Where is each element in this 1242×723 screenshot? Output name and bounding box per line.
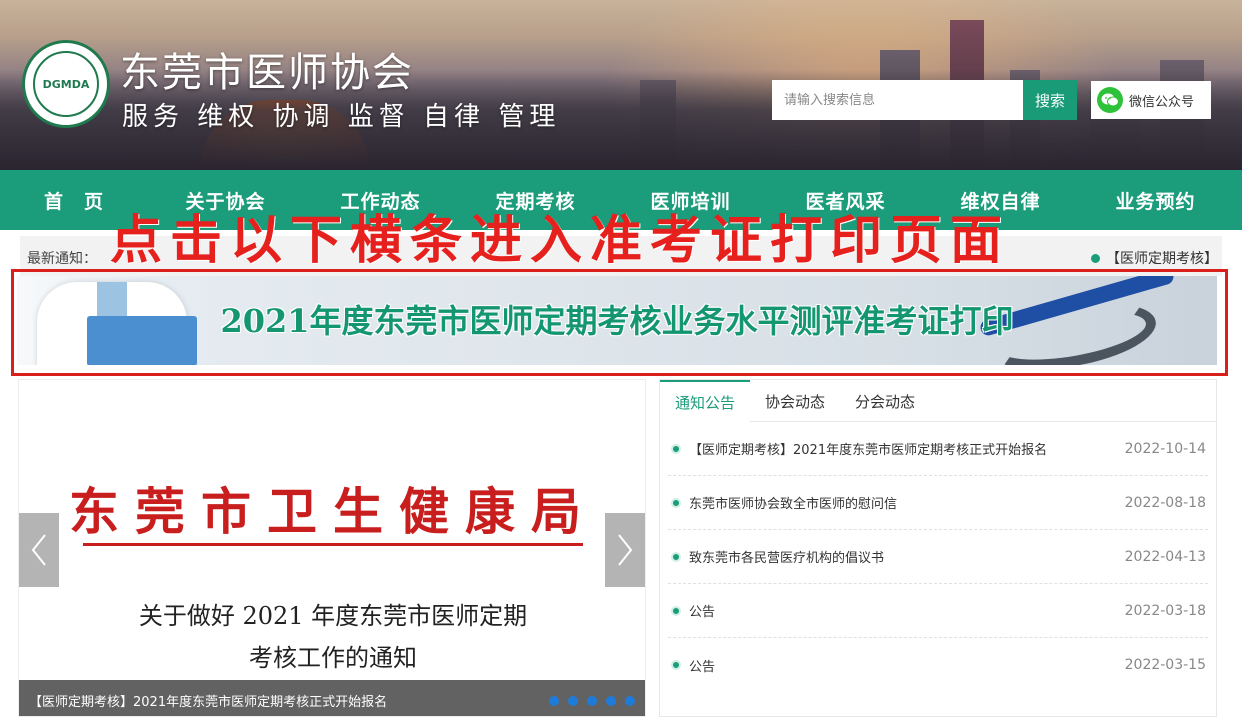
slider-prev-button[interactable] [19,513,59,587]
news-item-title: 公告 [689,605,716,620]
search-button[interactable]: 搜索 [1023,80,1077,120]
slider-next-button[interactable] [605,513,645,587]
slide-image[interactable]: 东莞市卫生健康局 关于做好 2021 年度东莞市医师定期 考核工作的通知 [19,380,645,680]
nav-item-appointment[interactable]: 业务预约 [1078,170,1233,230]
search-input[interactable] [772,80,1023,120]
news-item-title: 致东莞市各民营医疗机构的倡议书 [689,551,885,566]
news-item-date: 2022-10-14 [1124,440,1206,457]
slide-caption-bar: 【医师定期考核】2021年度东莞市医师定期考核正式开始报名 [19,680,645,716]
news-item[interactable]: 致东莞市各民营医疗机构的倡议书 2022-04-13 [668,530,1208,584]
admission-ticket-banner[interactable]: 2021年度东莞市医师定期考核业务水平测评准考证打印 [17,276,1217,365]
notice-ticker-item[interactable]: 【医师定期考核】 [1091,248,1218,268]
tab-announcements[interactable]: 通知公告 [660,380,751,422]
news-item[interactable]: 公告 2022-03-18 [668,584,1208,638]
news-item[interactable]: 公告 2022-03-15 [668,638,1208,692]
site-title: 东莞市医师协会 [120,50,414,96]
slider-pagination [549,696,635,706]
bullet-icon [671,605,681,616]
bullet-icon [671,551,681,562]
news-item-title: 公告 [689,659,716,675]
logo-text: DGMDA [42,77,90,91]
slide-document-title-line2: 考核工作的通知 [249,644,417,672]
instruction-overlay-text: 点击以下横条进入准考证打印页面 [110,210,1011,271]
wechat-label: 微信公众号 [1129,94,1195,110]
banner-title: 2021年度东莞市医师定期考核业务水平测评准考证打印 [220,302,1014,340]
tab-association-news[interactable]: 协会动态 [750,380,840,422]
slider-dot[interactable] [587,696,597,706]
association-logo[interactable]: DGMDA [22,40,110,128]
slide-document-red-rule [83,543,583,546]
search-box: 搜索 [772,80,1077,120]
logo-seal-ring: DGMDA [33,51,99,117]
slide-document-org: 东莞市卫生健康局 [69,482,597,541]
chevron-left-icon [31,534,46,566]
slider-dot[interactable] [625,696,635,706]
bullet-icon [671,660,681,670]
bullet-icon [671,497,681,508]
news-item-date: 2022-03-18 [1124,602,1206,619]
notice-label: 最新通知： [27,251,97,267]
site-slogan: 服务 维权 协调 监督 自律 管理 [122,102,561,132]
news-tabs: 通知公告 协会动态 分会动态 [660,380,1216,422]
news-slider: 东莞市卫生健康局 关于做好 2021 年度东莞市医师定期 考核工作的通知 【医师… [18,379,646,717]
news-item-date: 2022-03-15 [1124,657,1206,673]
notice-ticker-text: 【医师定期考核】 [1106,251,1218,267]
news-item[interactable]: 东莞市医师协会致全市医师的慰问信 2022-08-18 [668,476,1208,530]
wechat-icon [1097,87,1123,113]
news-list: 【医师定期考核】2021年度东莞市医师定期考核正式开始报名 2022-10-14… [668,422,1208,692]
news-item-date: 2022-08-18 [1124,494,1206,511]
site-header: DGMDA 东莞市医师协会 服务 维权 协调 监督 自律 管理 搜索 微信公众号 [0,0,1242,170]
news-item[interactable]: 【医师定期考核】2021年度东莞市医师定期考核正式开始报名 2022-10-14 [668,422,1208,476]
slider-dot[interactable] [549,696,559,706]
slide-caption-text[interactable]: 【医师定期考核】2021年度东莞市医师定期考核正式开始报名 [29,691,387,710]
news-item-date: 2022-04-13 [1124,548,1206,565]
slider-dot[interactable] [568,696,578,706]
wechat-official-account-button[interactable]: 微信公众号 [1091,81,1211,119]
tab-branch-news[interactable]: 分会动态 [840,380,930,422]
slide-document-title-line1: 关于做好 2021 年度东莞市医师定期 [138,602,528,630]
news-item-title: 东莞市医师协会致全市医师的慰问信 [689,497,898,512]
news-panel: 通知公告 协会动态 分会动态 【医师定期考核】2021年度东莞市医师定期考核正式… [659,379,1217,717]
bullet-icon [1091,253,1100,263]
chevron-right-icon [618,534,633,566]
slider-dot[interactable] [606,696,616,706]
news-item-title: 【医师定期考核】2021年度东莞市医师定期考核正式开始报名 [689,443,1048,458]
bullet-icon [671,443,681,454]
